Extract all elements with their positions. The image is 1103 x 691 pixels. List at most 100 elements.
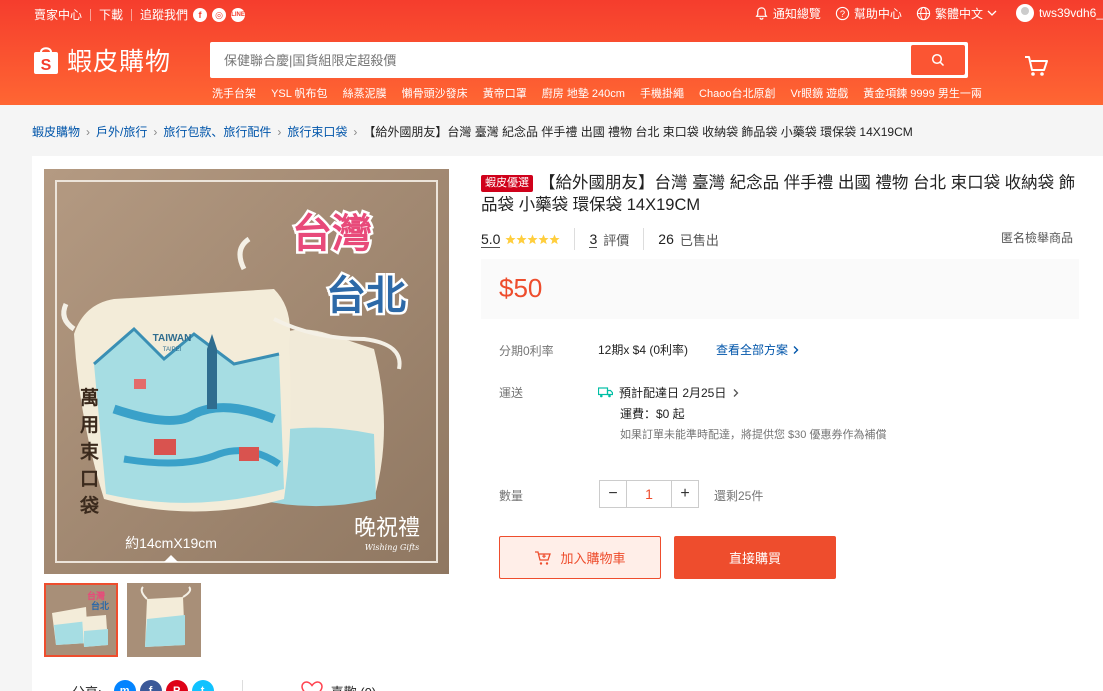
instagram-icon[interactable]: ◎ [212,7,227,22]
star-icon [538,234,550,244]
svg-text:S: S [41,57,52,74]
installment-value: 12期x $4 (0利率) [598,343,689,357]
shipping-guarantee-note: 如果訂單未能準時配達，將提供您 $30 優惠券作為補償 [620,429,887,441]
globe-icon [916,6,931,20]
divider [643,228,645,250]
hot-keyword[interactable]: 絲蒸泥膜 [343,88,387,100]
divider [574,228,576,250]
chevron-down-icon [987,10,997,16]
messenger-icon[interactable]: m [113,680,136,691]
shipping-fee: 運費：$0 起 [620,407,685,421]
notifications-label: 通知總覽 [772,6,821,21]
divider [90,8,92,21]
hot-keyword[interactable]: 手機掛繩 [640,88,684,100]
hot-keyword[interactable]: YSL 帆布包 [271,88,327,100]
shopee-logo[interactable]: S 蝦皮購物 [32,42,171,78]
star-icon [505,234,517,244]
hot-keyword[interactable]: 懶骨頭沙發床 [402,88,468,100]
line-icon[interactable]: LINE [231,7,246,22]
thumbnail-text: 台北 [91,600,109,612]
share-label: 分享: [72,682,102,691]
product-photo: TAIWAN TAIPEI 台灣 台北 萬 用 束 口 袋 約14cmX19cm… [44,169,449,574]
image-size-text: 約14cmX19cm [125,535,217,551]
product-price: $50 [499,273,543,303]
product-thumbnail-active[interactable]: 台灣 台北 [44,583,118,657]
star-icon [516,234,528,244]
notifications-link[interactable]: 通知總覽 [754,5,821,22]
download-link[interactable]: 下載 [99,6,123,23]
logo-text: 蝦皮購物 [67,47,172,76]
image-brand-en-text: Wishing Gifts [365,543,420,552]
rating-stars [505,234,561,245]
star-icon [527,234,539,244]
view-installment-plans-link[interactable]: 查看全部方案 [716,341,801,358]
search-icon [931,53,945,67]
facebook-share-icon[interactable]: f [139,680,162,691]
chevron-right-icon: › [353,125,358,139]
facebook-icon[interactable]: f [193,7,208,22]
chevron-right-icon: › [277,125,282,139]
price-box: $50 [481,259,1079,319]
side-char: 束 [80,441,100,463]
product-thumbnail[interactable] [127,583,201,657]
preferred-badge: 蝦皮優選 [481,175,533,192]
delivery-estimate[interactable]: 預計配達日 2月25日 [598,384,741,401]
seller-center-link[interactable]: 賣家中心 [34,6,82,23]
header: 賣家中心 下載 追蹤我們 f ◎ LINE 通知總覽 ? 幫助中心 繁體中文 t… [0,0,1103,105]
increase-quantity-button[interactable]: + [672,481,698,507]
add-to-cart-button[interactable]: 加入購物車 [499,536,661,579]
divider [241,680,243,691]
breadcrumb: 蝦皮購物 › 戶外/旅行 › 旅行包款、旅行配件 › 旅行束口袋 › 【給外國朋友】台灣 臺灣 … [32,123,913,140]
help-link[interactable]: ? 幫助中心 [835,5,902,22]
chevron-right-icon [733,388,739,397]
add-to-cart-label: 加入購物車 [560,551,626,566]
view-plans-label: 查看全部方案 [716,343,789,357]
review-label: 評價 [603,232,630,248]
thumbnail-photo [127,583,201,657]
side-char: 萬 [80,387,99,409]
hot-keyword[interactable]: 黃金項鍊 9999 男生一兩 [863,88,982,100]
search-input[interactable] [210,42,910,78]
breadcrumb-link[interactable]: 戶外/旅行 [96,125,147,139]
user-menu[interactable]: tws39vdh6_ [1015,4,1103,22]
star-icon [549,234,561,244]
like-label: 喜歡 (0) [331,682,377,691]
hot-keyword[interactable]: 黃帝口罩 [483,88,527,100]
breadcrumb-link[interactable]: 旅行包款、旅行配件 [163,125,271,139]
hot-keyword[interactable]: 洗手台架 [212,88,256,100]
pinterest-icon[interactable]: P [165,680,188,691]
buy-now-button[interactable]: 直接購買 [674,536,836,579]
breadcrumb-link[interactable]: 蝦皮購物 [32,125,80,139]
shopee-bag-icon: S [34,47,58,74]
image-title-taiwan: 台灣 [292,211,372,257]
side-char: 口 [80,468,99,490]
help-label: 幫助中心 [853,6,902,21]
buy-now-label: 直接購買 [728,551,781,566]
cart-icon [1025,56,1048,76]
sold-count: 26 [658,231,674,247]
hot-keyword[interactable]: Chaoo台北原創 [699,88,775,100]
product-title: 蝦皮優選 【給外國朋友】台灣 臺灣 紀念品 伴手禮 出國 禮物 台北 束口袋 收納… [481,172,1081,216]
like-button[interactable]: 喜歡 (0) [300,681,377,691]
search-button[interactable] [911,45,965,75]
thumbnail-text: 台灣 [87,590,105,602]
twitter-icon[interactable]: t [191,680,214,691]
decrease-quantity-button[interactable]: − [600,481,626,507]
add-cart-icon [535,550,552,565]
product-title-text: 【給外國朋友】台灣 臺灣 紀念品 伴手禮 出國 禮物 台北 束口袋 收納袋 飾品… [481,174,1076,214]
quantity-label: 數量 [499,489,524,503]
installment-label: 分期0利率 [499,344,554,358]
breadcrumb-link[interactable]: 旅行束口袋 [287,125,347,139]
hot-keyword[interactable]: 廚房 地墊 240cm [542,88,625,100]
heart-icon [300,681,323,691]
report-product-link[interactable]: 匿名檢舉商品 [1001,229,1073,246]
language-selector[interactable]: 繁體中文 [916,5,998,22]
hot-keyword[interactable]: Vr眼鏡 遊戲 [791,88,849,100]
rating-value[interactable]: 5.0 [481,231,501,248]
cart-button[interactable] [1023,54,1049,83]
shipping-label: 運送 [499,386,524,400]
quantity-input[interactable]: 1 [626,481,672,507]
review-count[interactable]: 3 [589,231,598,248]
chevron-right-icon: › [153,125,158,139]
product-main-image[interactable]: TAIWAN TAIPEI 台灣 台北 萬 用 束 口 袋 約14cmX19cm… [44,169,449,574]
